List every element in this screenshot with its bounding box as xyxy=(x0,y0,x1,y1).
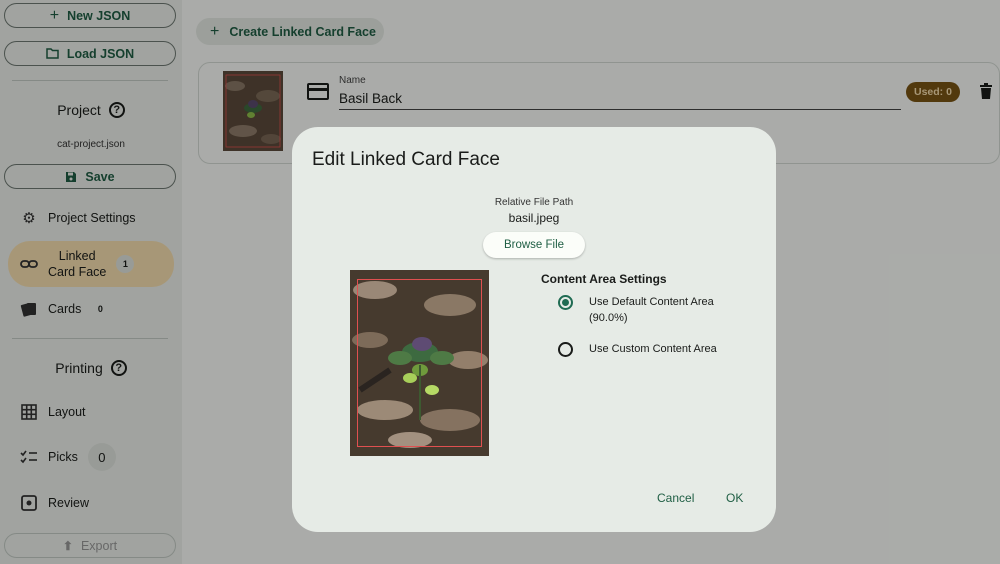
radio-custom-content-area[interactable]: Use Custom Content Area xyxy=(558,341,717,357)
content-area-settings-title: Content Area Settings xyxy=(541,272,667,286)
cancel-button[interactable]: Cancel xyxy=(657,491,694,505)
browse-file-button[interactable]: Browse File xyxy=(483,232,585,258)
radio-label: Use Custom Content Area xyxy=(589,343,717,355)
ok-button[interactable]: OK xyxy=(726,491,743,505)
radio-label-line: Use Default Content Area xyxy=(589,296,714,308)
edit-linked-card-face-dialog: Edit Linked Card Face Relative File Path… xyxy=(292,127,776,532)
card-face-preview xyxy=(350,270,489,456)
radio-label-line: (90.0%) xyxy=(589,312,628,324)
radio-checked-icon[interactable] xyxy=(558,295,573,310)
relative-path-label: Relative File Path xyxy=(494,197,574,208)
relative-path-value: basil.jpeg xyxy=(508,211,560,225)
radio-unchecked-icon[interactable] xyxy=(558,342,573,357)
radio-label: Use Default Content Area (90.0%) xyxy=(589,294,714,326)
content-area-outline xyxy=(357,279,482,447)
dialog-title: Edit Linked Card Face xyxy=(312,149,500,170)
radio-default-content-area[interactable]: Use Default Content Area (90.0%) xyxy=(558,294,714,326)
